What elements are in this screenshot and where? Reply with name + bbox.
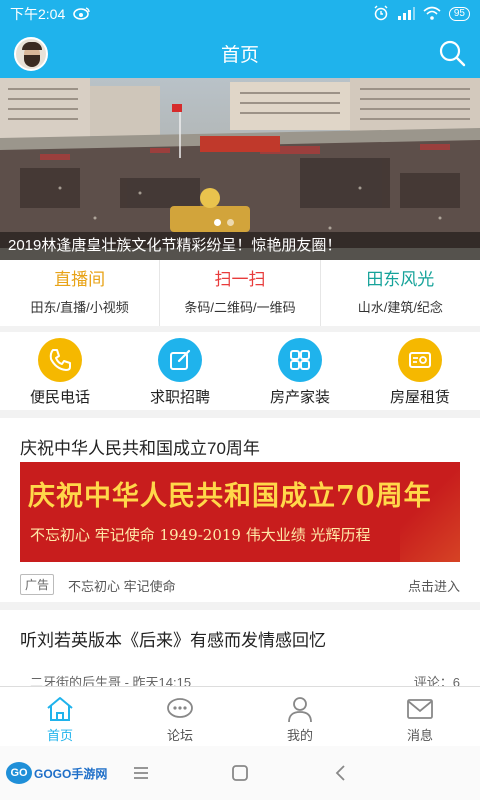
quick-link-title: 扫一扫 [214,270,266,289]
tab-label: 论坛 [166,728,193,743]
service-phone[interactable]: 便民电话 [0,332,120,410]
tab-forum[interactable]: 论坛 [120,687,240,746]
quick-link-title: 直播间 [54,270,106,289]
grid-icon [278,338,322,382]
app-header: 首页 [0,28,480,78]
edit-icon [158,338,202,382]
watermark-logo: GO [6,762,32,784]
battery-icon: 95 [448,7,470,21]
quick-link-subtitle: 田东/直播/小视频 [30,300,129,315]
enter-link[interactable]: 点击进入 [408,576,460,595]
status-bar: 下午2:04 95 [0,0,480,28]
promo-subline: 不忘初心 牢记使命 1949-2019 伟大业绩 光辉历程 [30,526,371,544]
status-time: 下午2:04 [10,6,66,22]
tab-label: 首页 [46,728,73,743]
carousel-dot-active[interactable] [214,219,221,226]
weibo-icon [73,6,91,23]
tab-label: 我的 [286,728,313,743]
avatar-beard [24,55,40,67]
article-title: 听刘若英版本《后来》有感而发情感回忆 [20,631,326,650]
ad-text: 不忘初心 牢记使命 [68,579,176,594]
quick-link-subtitle: 条码/二维码/一维码 [184,300,296,315]
id-card-icon [398,338,442,382]
quick-link-scan[interactable]: 扫一扫 条码/二维码/一维码 [160,260,321,326]
quick-link-scenery[interactable]: 田东风光 山水/建筑/纪念 [321,260,480,326]
alarm-icon [373,5,389,24]
page-title: 首页 [220,44,259,66]
service-rental[interactable]: 房屋租赁 [360,332,480,410]
avatar-hair [22,42,42,50]
promo-headline: 庆祝中华人民共和国成立70周年 [28,481,432,512]
home-button-icon[interactable] [229,762,251,784]
user-icon [288,697,312,723]
tab-mine[interactable]: 我的 [240,687,360,746]
quick-link-subtitle: 山水/建筑/纪念 [357,300,443,315]
wifi-icon [423,6,441,23]
chat-icon [167,698,193,718]
tab-label: 消息 [406,728,433,743]
service-label: 房屋租赁 [389,389,450,406]
signal-icon [397,6,415,23]
carousel-dot[interactable] [227,219,234,226]
banner-carousel[interactable]: 2019林逢唐皇壮族文化节精彩纷呈！惊艳朋友圈！ [0,78,480,260]
banner-caption: 2019林逢唐皇壮族文化节精彩纷呈！惊艳朋友圈！ [0,232,480,260]
service-realestate[interactable]: 房产家装 [240,332,360,410]
bottom-tab-bar: 首页 论坛 我的 消息 [0,686,480,746]
menu-icon[interactable] [130,762,152,784]
promo-card[interactable]: 庆祝中华人民共和国成立70周年 庆祝中华人民共和国成立70周年 不忘初心 牢记使… [0,418,480,602]
service-label: 求职招聘 [149,389,210,406]
service-jobs[interactable]: 求职招聘 [120,332,240,410]
service-grid: 便民电话 求职招聘 房产家装 房屋租赁 [0,332,480,410]
service-label: 便民电话 [29,389,90,406]
article-item[interactable]: 听刘若英版本《后来》有感而发情感回忆 二牙街的后生哥 - 昨天14:15 评论：… [0,610,480,690]
search-icon[interactable] [438,39,466,67]
tab-home[interactable]: 首页 [0,687,120,746]
mail-icon [407,699,433,719]
screen: 下午2:04 95 首页 2019林逢唐皇壮族文化节精彩纷呈！惊艳朋友圈！ 直播… [0,0,480,800]
system-nav-bar: GO GOGO手游网 [0,746,480,800]
phone-icon [38,338,82,382]
quick-link-live[interactable]: 直播间 田东/直播/小视频 [0,260,161,326]
carousel-dots[interactable] [214,219,234,226]
tab-messages[interactable]: 消息 [360,687,480,746]
watermark-text: GOGO手游网 [34,766,108,781]
quick-links: 直播间 田东/直播/小视频 扫一扫 条码/二维码/一维码 田东风光 山水/建筑/… [0,260,480,326]
back-icon[interactable] [330,762,352,784]
ad-tag: 广告 [20,574,55,595]
watermark: GO GOGO手游网 [6,762,107,784]
quick-link-title: 田东风光 [366,270,435,289]
promo-title: 庆祝中华人民共和国成立70周年 [20,439,260,458]
status-icons: 95 [373,5,470,24]
promo-image[interactable]: 庆祝中华人民共和国成立70周年 不忘初心 牢记使命 1949-2019 伟大业绩… [20,462,460,562]
avatar[interactable] [14,37,48,71]
home-icon [47,697,73,721]
service-label: 房产家装 [269,389,330,406]
